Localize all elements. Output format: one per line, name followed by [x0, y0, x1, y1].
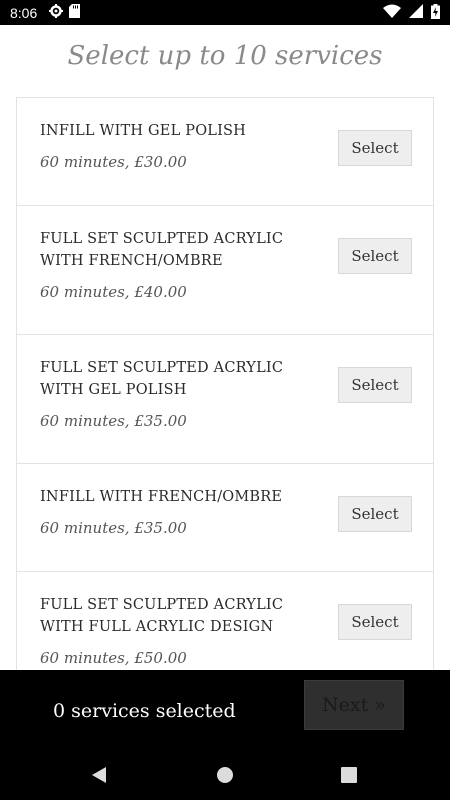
main-content: Select up to 10 services INFILL WITH GEL…: [0, 25, 450, 670]
select-button[interactable]: Select: [338, 130, 412, 166]
select-button[interactable]: Select: [338, 367, 412, 403]
battery-charging-icon: [431, 3, 440, 22]
status-time: 8:06: [10, 4, 38, 21]
next-button[interactable]: Next »: [304, 680, 404, 730]
gear-icon: [49, 4, 64, 21]
select-button[interactable]: Select: [338, 238, 412, 274]
select-button[interactable]: Select: [338, 496, 412, 532]
service-duration-price: 60 minutes, £40.00: [40, 283, 187, 301]
recents-icon[interactable]: [338, 764, 360, 786]
service-name: INFILL WITH GEL POLISH: [40, 123, 247, 139]
sd-card-icon: [69, 4, 81, 21]
page-title: Select up to 10 services: [67, 41, 383, 71]
wifi-icon: [383, 4, 401, 21]
system-nav-bar: [0, 750, 450, 800]
signal-icon: [409, 4, 423, 21]
service-name: INFILL WITH FRENCH/OMBRE: [40, 489, 283, 505]
selection-footer: 0 services selected Next »: [0, 670, 450, 750]
list-item: FULL SET SCULPTED ACRYLIC WITH FULL ACRY…: [17, 572, 433, 670]
service-duration-price: 60 minutes, £35.00: [40, 412, 187, 430]
list-item: FULL SET SCULPTED ACRYLIC WITH GEL POLIS…: [17, 335, 433, 464]
service-list: INFILL WITH GEL POLISH 60 minutes, £30.0…: [16, 97, 434, 670]
service-name: FULL SET SCULPTED ACRYLIC WITH GEL POLIS…: [40, 360, 284, 398]
select-button[interactable]: Select: [338, 604, 412, 640]
list-item: FULL SET SCULPTED ACRYLIC WITH FRENCH/OM…: [17, 206, 433, 335]
list-item: INFILL WITH FRENCH/OMBRE 60 minutes, £35…: [17, 464, 433, 572]
home-icon[interactable]: [214, 764, 236, 786]
service-name: FULL SET SCULPTED ACRYLIC WITH FRENCH/OM…: [40, 231, 284, 269]
back-icon[interactable]: [88, 764, 110, 786]
selected-count: 0 services selected: [53, 700, 236, 722]
service-name: FULL SET SCULPTED ACRYLIC WITH FULL ACRY…: [40, 597, 284, 635]
service-duration-price: 60 minutes, £50.00: [40, 649, 187, 667]
status-bar: 8:06: [0, 0, 450, 25]
list-item: INFILL WITH GEL POLISH 60 minutes, £30.0…: [17, 98, 433, 206]
